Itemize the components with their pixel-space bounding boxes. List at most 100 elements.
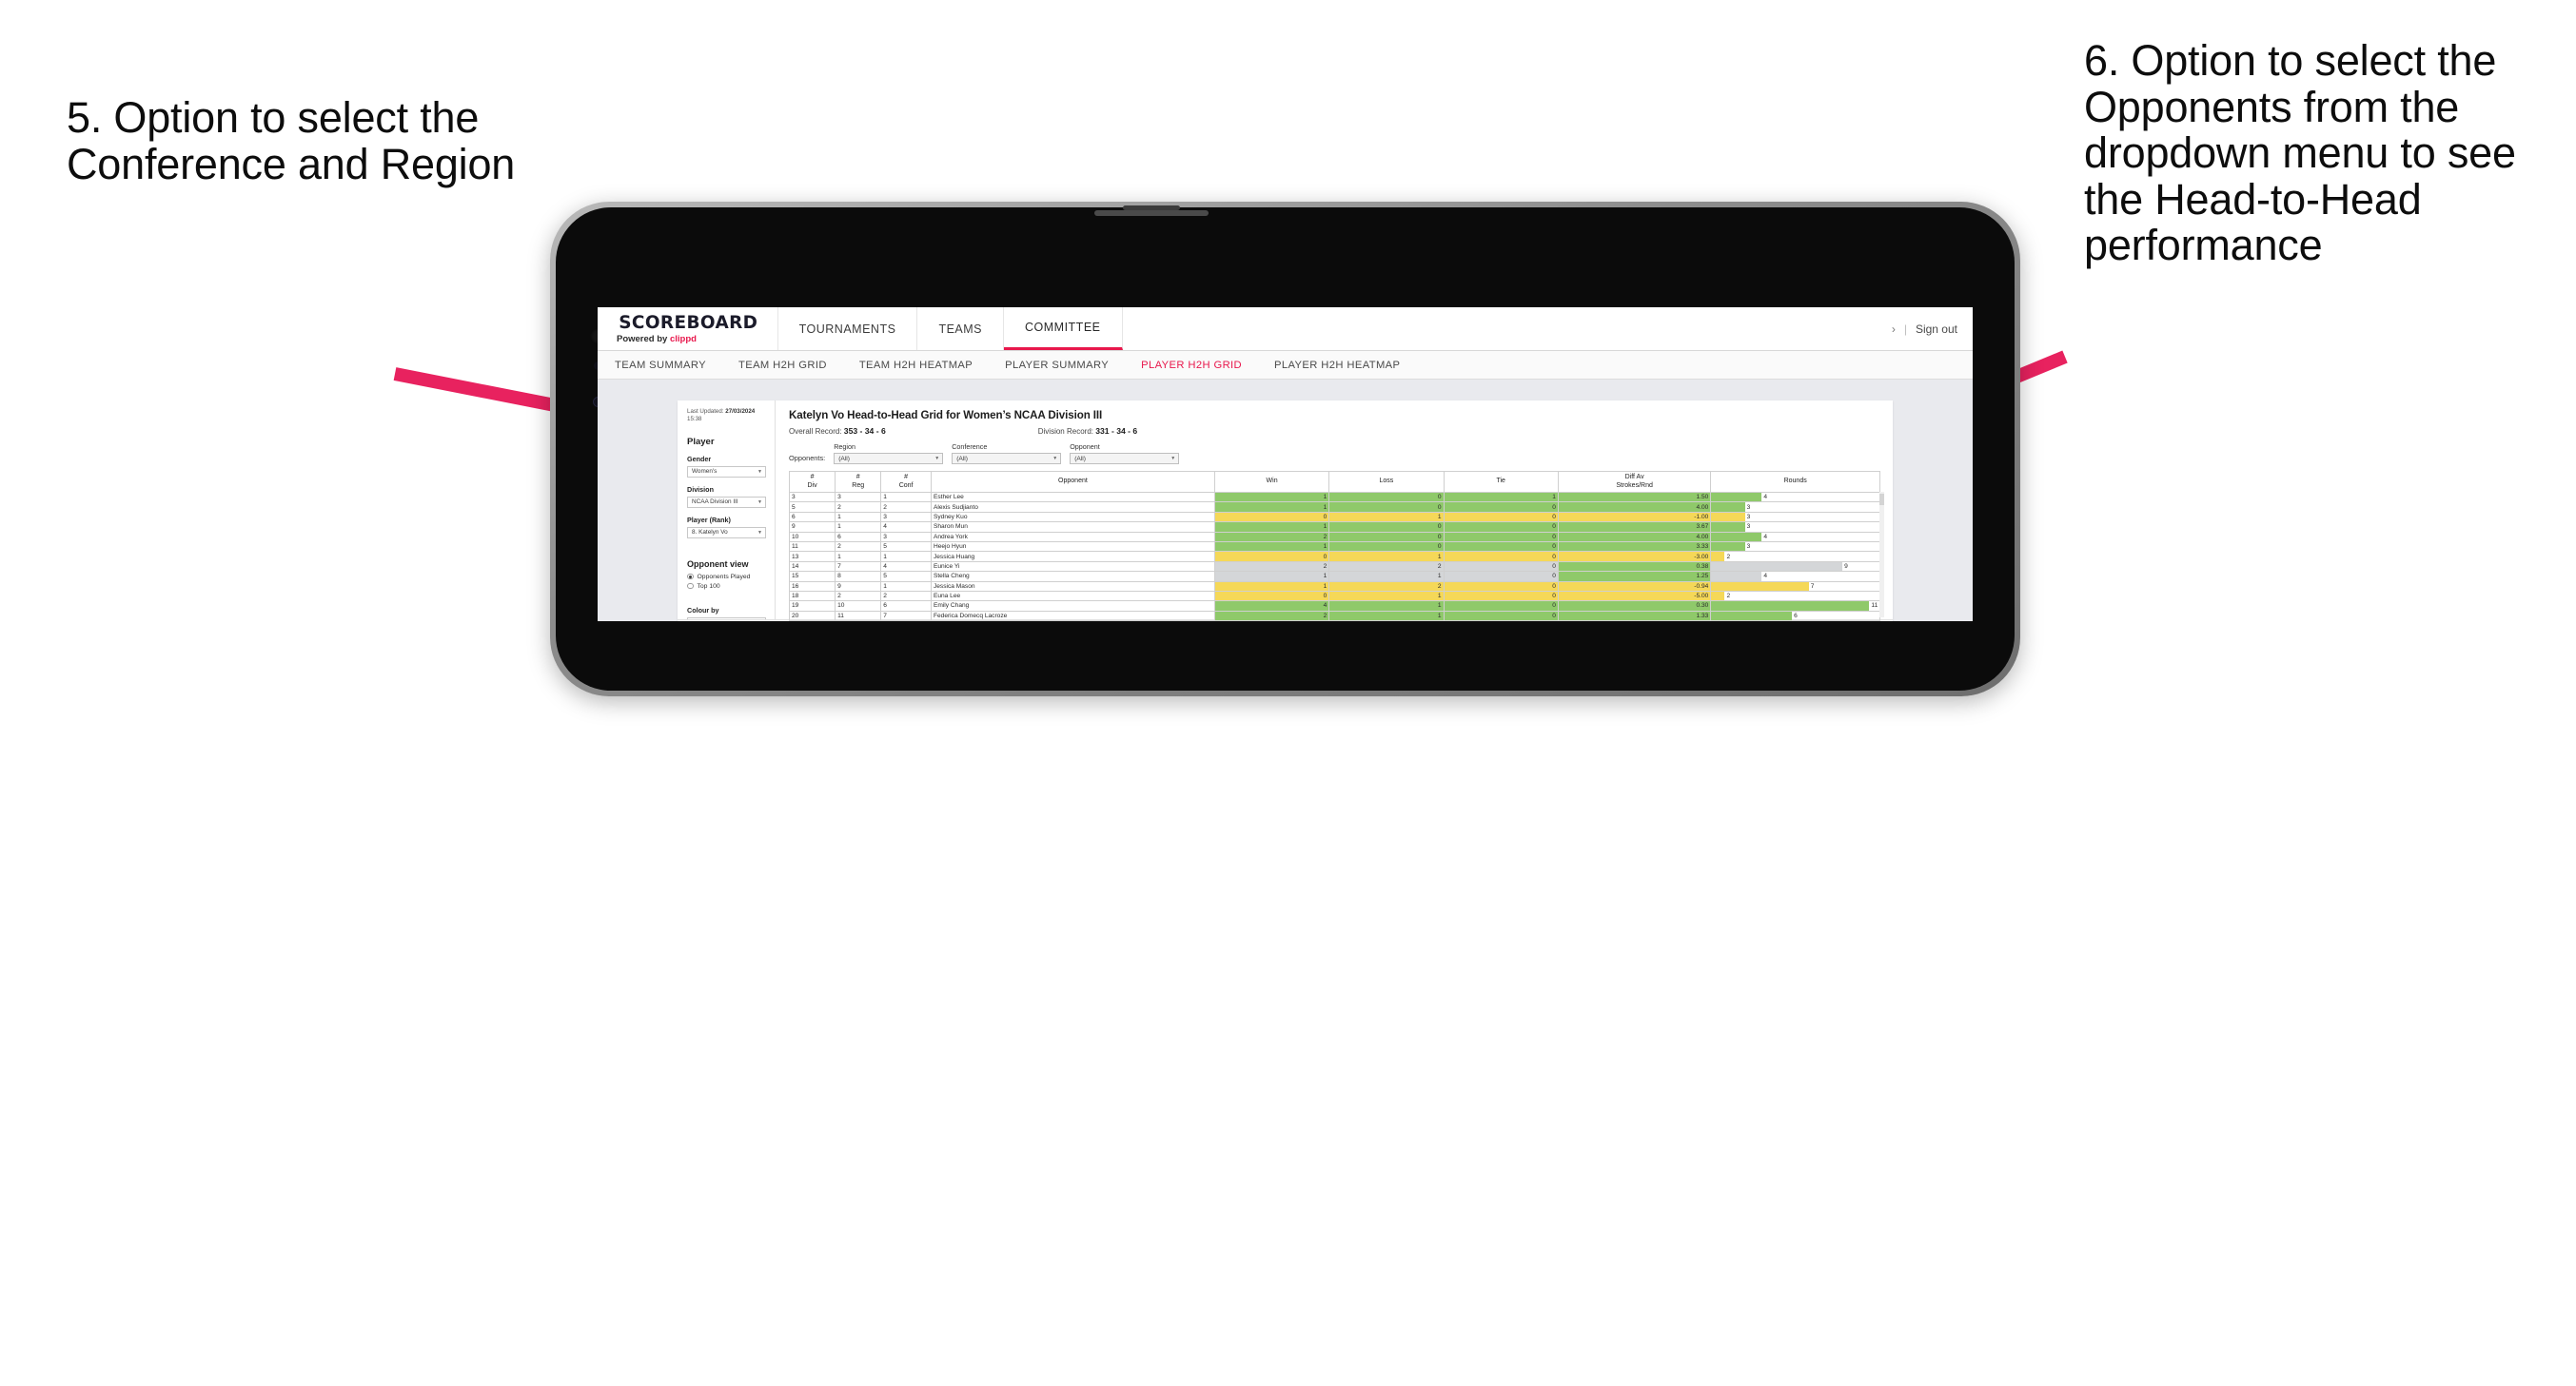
last-updated: Last Updated: 27/03/2024 15:38 [687, 408, 766, 423]
table-row[interactable]: 15 8 5 Stella Cheng 1 1 0 1.25 4 [788, 571, 1880, 582]
subnav-team-h2h-heatmap[interactable]: TEAM H2H HEATMAP [859, 360, 992, 371]
division-record: Division Record: 331 - 34 - 6 [1038, 426, 1137, 436]
col-win: Win [1213, 471, 1330, 493]
subnav-player-h2h-grid[interactable]: PLAYER H2H GRID [1141, 360, 1261, 371]
table-row[interactable]: 19 10 6 Emily Chang 4 1 0 0.30 11 [788, 600, 1880, 612]
cell-win: 0 [1213, 590, 1330, 602]
logo-powered-by: Powered by [617, 333, 670, 344]
gender-label: Gender [687, 454, 712, 463]
col-diff-av-strokes: Diff Av Strokes/Rnd [1557, 471, 1712, 493]
radio-opponents-played[interactable]: Opponents Played [687, 574, 766, 580]
subnav-team-h2h-grid[interactable]: TEAM H2H GRID [738, 360, 846, 371]
cell-reg: 7 [835, 560, 882, 573]
overall-record-label: Overall Record: [789, 427, 844, 436]
cell-div: 11 [788, 540, 836, 553]
division-value: NCAA Division III [692, 498, 738, 505]
region-filter: Region (All) ▼ [834, 442, 944, 464]
cell-div: 20 [788, 610, 836, 621]
region-select[interactable]: (All) ▼ [834, 453, 944, 464]
nav-item-teams[interactable]: TEAMS [917, 307, 1004, 350]
app-logo[interactable]: SCOREBOARD Powered by clippd [598, 307, 778, 350]
h2h-table-head: # Div # Reg # Conf Opponent Win Loss Tie Di… [788, 471, 1880, 493]
cell-opponent: Stella Cheng [930, 571, 1215, 582]
cell-win: 0 [1213, 551, 1330, 562]
subnav-player-summary[interactable]: PLAYER SUMMARY [1005, 360, 1128, 371]
sidebar-player-heading: Player [687, 436, 715, 447]
cell-loss: 1 [1328, 600, 1445, 612]
scrollbar-thumb[interactable] [1879, 494, 1884, 505]
division-filter: Division NCAA Division III ▼ [687, 485, 766, 508]
table-row[interactable]: 3 3 1 Esther Lee 1 0 1 1.50 4 [788, 491, 1880, 503]
cell-diff: -1.00 [1557, 511, 1712, 523]
filter-sidebar: Last Updated: 27/03/2024 15:38 Player Ge… [678, 400, 776, 621]
table-row[interactable]: 11 2 5 Heejo Hyun 1 0 0 3.33 3 [788, 540, 1880, 553]
table-row[interactable]: 10 6 3 Andrea York 2 0 0 4.00 4 [788, 531, 1880, 542]
subnav-player-h2h-heatmap[interactable]: PLAYER H2H HEATMAP [1274, 360, 1419, 371]
opponent-filters: Opponents: Region (All) ▼ Conference (Al… [789, 442, 1880, 464]
overall-record-value: 353 - 34 - 6 [843, 426, 886, 436]
table-row[interactable]: 13 1 1 Jessica Huang 0 1 0 -3.00 2 [788, 551, 1880, 562]
cell-tie: 0 [1443, 560, 1559, 573]
chevron-down-icon: ▼ [757, 529, 762, 536]
cell-opponent: Emily Chang [930, 600, 1215, 612]
cell-conf: 5 [880, 540, 932, 553]
division-select[interactable]: NCAA Division III ▼ [687, 496, 766, 508]
chevron-down-icon: ▼ [934, 456, 940, 461]
cell-rounds: 4 [1710, 571, 1880, 582]
table-row[interactable]: 18 2 2 Euna Lee 0 1 0 -5.00 2 [788, 590, 1880, 602]
cell-diff: 3.67 [1557, 521, 1712, 533]
cell-div: 10 [788, 531, 836, 542]
cell-rounds: 6 [1710, 610, 1880, 621]
cell-diff: 1.50 [1557, 491, 1712, 503]
col-div: # Div [788, 471, 836, 493]
table-row[interactable]: 6 1 3 Sydney Kuo 0 1 0 -1.00 3 [788, 511, 1880, 523]
cell-opponent: Eunice Yi [930, 560, 1215, 573]
opponent-select[interactable]: (All) ▼ [1070, 453, 1180, 464]
col-opponent: Opponent [930, 471, 1215, 493]
conference-select[interactable]: (All) ▼ [952, 453, 1062, 464]
tablet-notch [1123, 205, 1180, 210]
cell-reg: 2 [835, 501, 882, 513]
cell-loss: 2 [1328, 580, 1445, 592]
player-rank-filter: Player (Rank) 8. Katelyn Vo ▼ [687, 516, 766, 538]
account-chevron-icon[interactable]: › [1892, 322, 1896, 336]
cell-diff: 0.38 [1557, 560, 1712, 573]
radio-top-100[interactable]: Top 100 [687, 583, 766, 590]
cell-reg: 6 [835, 531, 882, 542]
cell-tie: 0 [1443, 600, 1559, 612]
nav-item-committee[interactable]: COMMITTEE [1004, 307, 1123, 350]
h2h-header-row: # Div # Reg # Conf Opponent Win Loss Tie Di… [788, 471, 1880, 493]
sign-out-button[interactable]: Sign out [1916, 322, 1957, 336]
cell-loss: 2 [1328, 560, 1445, 573]
h2h-table-wrap: # Div # Reg # Conf Opponent Win Loss Tie Di… [788, 471, 1884, 621]
table-vertical-scrollbar[interactable] [1879, 492, 1884, 617]
cell-rounds: 3 [1710, 540, 1880, 553]
division-label: Division [687, 484, 714, 494]
table-row[interactable]: 14 7 4 Eunice Yi 2 2 0 0.38 9 [788, 560, 1880, 573]
cell-reg: 2 [835, 590, 882, 602]
radio-opponents-played-label: Opponents Played [697, 573, 751, 580]
cell-loss: 1 [1328, 511, 1445, 523]
table-row[interactable]: 20 11 7 Federica Domecq Lacroze 2 1 0 1.33 6 [788, 610, 1880, 621]
cell-conf: 4 [880, 521, 932, 533]
table-row[interactable]: 9 1 4 Sharon Mun 1 0 0 3.67 3 [788, 521, 1880, 533]
cell-loss: 0 [1328, 540, 1445, 553]
cell-reg: 9 [835, 580, 882, 592]
player-rank-select[interactable]: 8. Katelyn Vo ▼ [687, 526, 766, 538]
table-row[interactable]: 16 9 1 Jessica Mason 1 2 0 -0.94 7 [788, 580, 1880, 592]
gender-filter: Gender Women's ▼ [687, 455, 766, 478]
gender-select[interactable]: Women's ▼ [687, 465, 766, 478]
division-record-value: 331 - 34 - 6 [1095, 426, 1138, 436]
overall-record: Overall Record: 353 - 34 - 6 [789, 426, 886, 436]
opponent-label: Opponent [1070, 442, 1100, 451]
col-conf: # Conf [880, 471, 932, 493]
radio-selected-icon [687, 573, 694, 580]
nav-item-tournaments[interactable]: TOURNAMENTS [777, 307, 918, 350]
subnav-team-summary[interactable]: TEAM SUMMARY [615, 360, 725, 371]
cell-win: 4 [1213, 600, 1330, 612]
col-reg: # Reg [835, 471, 882, 493]
cell-reg: 8 [835, 571, 882, 582]
table-row[interactable]: 5 2 2 Alexis Sudjianto 1 0 0 4.00 3 [788, 501, 1880, 513]
logo-wordmark: SCOREBOARD [619, 311, 758, 333]
cell-opponent: Federica Domecq Lacroze [930, 610, 1215, 621]
